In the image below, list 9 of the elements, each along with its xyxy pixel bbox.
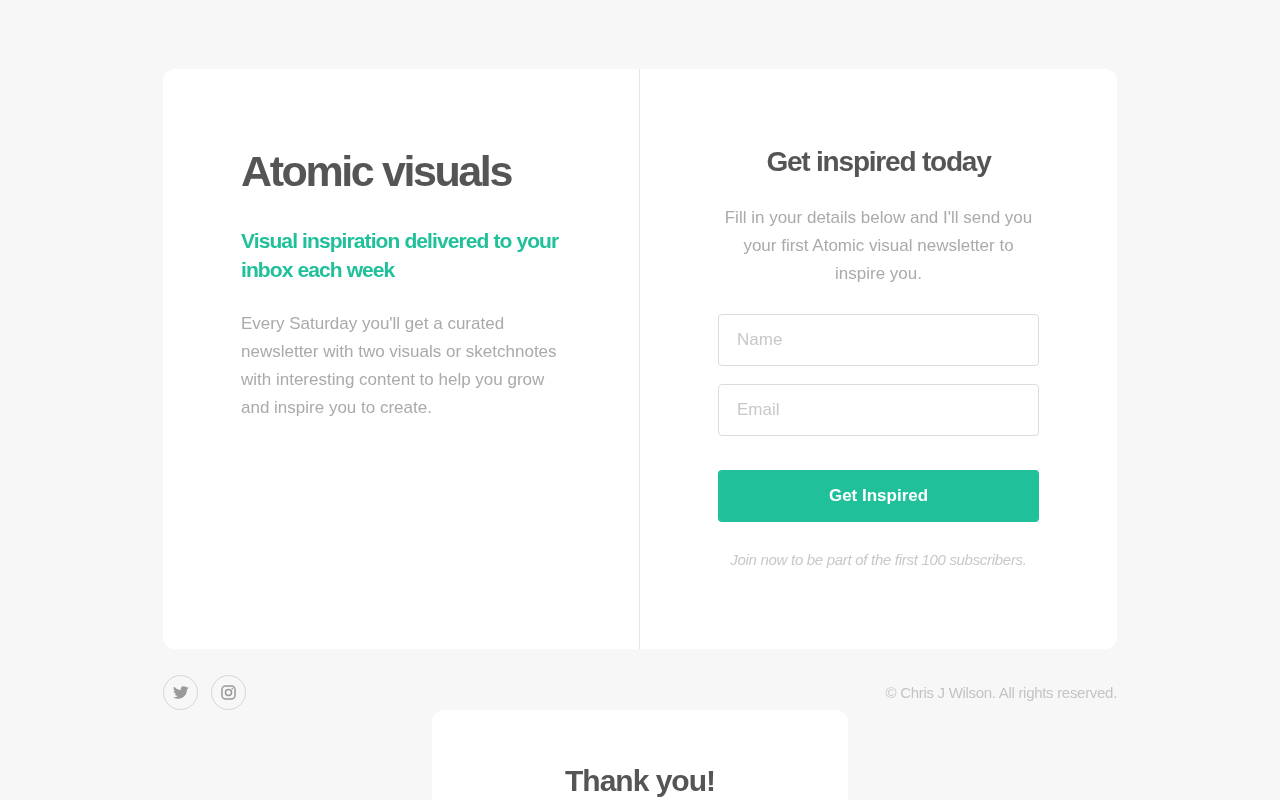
description-text: Every Saturday you'll get a curated newsletter with two visuals or sketchnotes with interesting content to help you grow and inspire you to create. (241, 313, 558, 419)
signup-heading: Get inspired today (766, 145, 991, 179)
get-inspired-button[interactable]: Get Inspired (718, 470, 1039, 522)
bird-icon (172, 686, 189, 699)
tagline: Visual inspiration delivered to your inbox each week (241, 228, 560, 283)
intro-text: Fill in your details below and I'll send you your first Atomic visual newsletter to inspire you. (723, 207, 1034, 285)
camera-icon (221, 685, 236, 700)
site-title: Atomic visuals (241, 146, 513, 197)
thank-you-heading: Thank you! (565, 764, 715, 798)
